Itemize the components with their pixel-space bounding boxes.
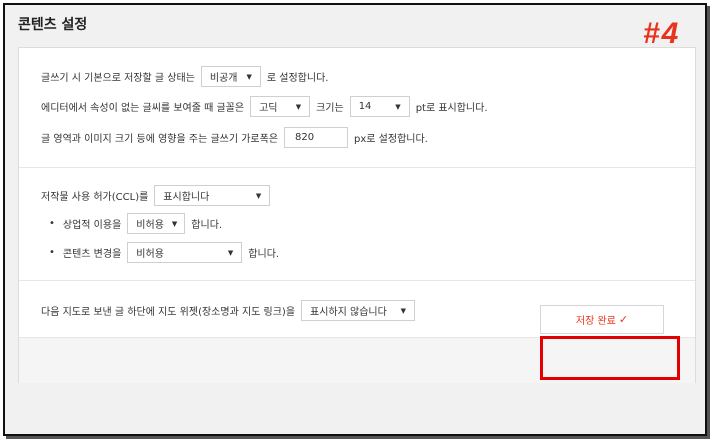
content-change-row: • 콘텐츠 변경을 비허용 ▼ 합니다. bbox=[41, 242, 279, 263]
size-label: 크기는 bbox=[316, 103, 344, 114]
font-row: 에디터에서 속성이 없는 글씨를 보여줄 때 글꼴은 고딕 ▼ 크기는 14 ▼… bbox=[41, 96, 488, 117]
check-icon: ✓ bbox=[618, 313, 629, 326]
dropdown-caret-icon: ▼ bbox=[255, 191, 262, 200]
commercial-use-suffix: 합니다. bbox=[191, 220, 223, 231]
width-row: 글 영역과 이미지 크기 등에 영향을 주는 글쓰기 가로폭은 820 px로 … bbox=[41, 127, 428, 148]
save-button-label: 저장 완료 bbox=[575, 316, 616, 327]
width-input[interactable]: 820 bbox=[284, 127, 349, 148]
ccl-row: 저작물 사용 허가(CCL)를 표시합니다 ▼ bbox=[41, 185, 276, 206]
width-label: 글 영역과 이미지 크기 등에 영향을 주는 글쓰기 가로폭은 bbox=[41, 134, 279, 145]
map-widget-select[interactable]: 표시하지 않습니다 ▼ bbox=[301, 300, 416, 321]
map-widget-label: 다음 지도로 보낸 글 하단에 지도 위젯(장소명과 지도 링크)을 bbox=[41, 307, 296, 318]
post-status-value: 비공개 bbox=[209, 73, 238, 84]
dropdown-caret-icon: ▼ bbox=[400, 306, 407, 315]
width-value: 820 bbox=[295, 132, 315, 143]
commercial-use-label: 상업적 이용을 bbox=[62, 220, 122, 231]
content-change-label: 콘텐츠 변경을 bbox=[62, 249, 122, 260]
bullet: • bbox=[49, 218, 55, 229]
bullet: • bbox=[49, 247, 55, 258]
font-size-select[interactable]: 14 ▼ bbox=[349, 96, 410, 117]
content-change-select[interactable]: 비허용 ▼ bbox=[127, 242, 243, 263]
commercial-use-value: 비허용 bbox=[136, 220, 164, 231]
dropdown-caret-icon: ▼ bbox=[295, 102, 302, 111]
font-size-suffix: pt로 표시합니다. bbox=[415, 103, 488, 114]
commercial-use-row: • 상업적 이용을 비허용 ▼ 합니다. bbox=[41, 213, 222, 234]
page-title: 콘텐츠 설정 bbox=[18, 17, 88, 33]
map-widget-value: 표시하지 않습니다 bbox=[310, 307, 387, 318]
dropdown-caret-icon: ▼ bbox=[246, 72, 252, 81]
content-change-value: 비허용 bbox=[136, 249, 164, 260]
save-button-highlight-box bbox=[540, 336, 680, 380]
font-label: 에디터에서 속성이 없는 글씨를 보여줄 때 글꼴은 bbox=[41, 103, 245, 114]
content-change-suffix: 합니다. bbox=[248, 249, 280, 260]
ccl-select[interactable]: 표시합니다 ▼ bbox=[154, 185, 271, 206]
font-select[interactable]: 고딕 ▼ bbox=[250, 96, 311, 117]
dropdown-caret-icon: ▼ bbox=[395, 102, 401, 111]
post-status-suffix: 로 설정합니다. bbox=[266, 73, 329, 84]
step-tag: #4 bbox=[643, 17, 681, 50]
ccl-label: 저작물 사용 허가(CCL)를 bbox=[41, 192, 149, 203]
ccl-settings-section: 저작물 사용 허가(CCL)를 표시합니다 ▼ • 상업적 이용을 비허용 ▼ … bbox=[19, 168, 695, 281]
commercial-use-select[interactable]: 비허용 ▼ bbox=[127, 213, 186, 234]
post-status-row: 글쓰기 시 기본으로 저장할 글 상태는 비공개 ▼ 로 설정합니다. bbox=[41, 66, 328, 87]
save-button[interactable]: 저장 완료 ✓ bbox=[540, 305, 664, 334]
font-value: 고딕 bbox=[259, 103, 278, 114]
map-widget-row: 다음 지도로 보낸 글 하단에 지도 위젯(장소명과 지도 링크)을 표시하지 … bbox=[41, 300, 421, 321]
dropdown-caret-icon: ▼ bbox=[171, 219, 178, 228]
ccl-value: 표시합니다 bbox=[163, 192, 210, 203]
post-status-label: 글쓰기 시 기본으로 저장할 글 상태는 bbox=[41, 73, 195, 84]
editor-settings-section: 글쓰기 시 기본으로 저장할 글 상태는 비공개 ▼ 로 설정합니다. 에디터에… bbox=[19, 48, 695, 168]
font-size-value: 14 bbox=[358, 101, 372, 112]
width-suffix: px로 설정합니다. bbox=[354, 134, 428, 145]
post-status-select[interactable]: 비공개 ▼ bbox=[200, 66, 261, 87]
dropdown-caret-icon: ▼ bbox=[227, 248, 234, 257]
